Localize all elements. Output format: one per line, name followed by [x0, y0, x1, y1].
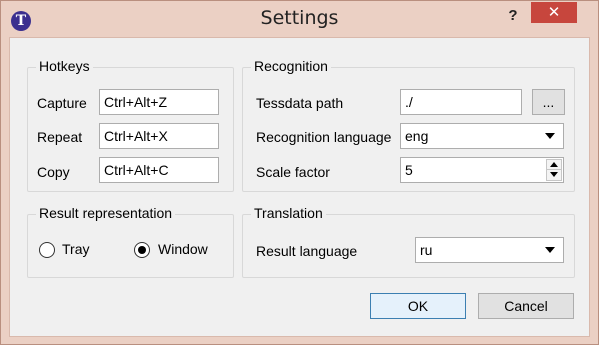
recognition-group: Recognition Tessdata path ./ ... Recogni…	[242, 58, 575, 192]
translation-group: Translation Result language ru	[242, 205, 575, 278]
ok-button[interactable]: OK	[370, 293, 466, 319]
recognition-group-title: Recognition	[251, 58, 331, 74]
chevron-down-icon	[545, 133, 555, 139]
tray-label[interactable]: Tray	[62, 241, 89, 257]
window-label[interactable]: Window	[158, 241, 208, 257]
result-representation-group-title: Result representation	[36, 205, 176, 221]
chevron-down-icon	[545, 247, 555, 253]
capture-label: Capture	[37, 95, 87, 111]
copy-label: Copy	[37, 164, 70, 180]
tessdata-path-label: Tessdata path	[256, 95, 344, 111]
recognition-language-select[interactable]: eng	[400, 123, 564, 149]
result-representation-group: Result representation Tray Window	[27, 205, 234, 278]
capture-hotkey-field[interactable]: Ctrl+Alt+Z	[99, 89, 219, 115]
close-icon: ✕	[547, 3, 561, 21]
result-language-value: ru	[420, 242, 433, 258]
scale-factor-spinbox[interactable]: 5	[400, 157, 564, 183]
recognition-language-label: Recognition language	[256, 129, 392, 145]
tessdata-path-field[interactable]: ./	[400, 89, 522, 115]
spin-up-icon[interactable]	[547, 160, 561, 170]
tray-radio[interactable]	[39, 242, 55, 258]
translation-group-title: Translation	[251, 205, 326, 221]
recognition-language-value: eng	[405, 128, 429, 144]
help-button[interactable]: ?	[501, 5, 525, 27]
scale-factor-label: Scale factor	[256, 164, 330, 180]
settings-window: T Settings ? ✕ Hotkeys Capture Ctrl+Alt+…	[0, 0, 599, 345]
title-bar[interactable]: T Settings ? ✕	[1, 1, 598, 37]
spin-down-icon[interactable]	[547, 170, 561, 180]
spin-buttons	[546, 159, 562, 181]
hotkeys-group: Hotkeys Capture Ctrl+Alt+Z Repeat Ctrl+A…	[27, 58, 234, 192]
cancel-button[interactable]: Cancel	[478, 293, 574, 319]
hotkeys-group-title: Hotkeys	[36, 58, 93, 74]
window-radio[interactable]	[134, 242, 150, 258]
repeat-label: Repeat	[37, 129, 83, 145]
browse-tessdata-button[interactable]: ...	[532, 89, 565, 115]
close-button[interactable]: ✕	[531, 2, 577, 23]
result-language-label: Result language	[256, 243, 358, 259]
scale-factor-value: 5	[405, 162, 413, 178]
repeat-hotkey-field[interactable]: Ctrl+Alt+X	[99, 123, 219, 149]
dialog-client-area: Hotkeys Capture Ctrl+Alt+Z Repeat Ctrl+A…	[9, 37, 590, 337]
result-language-select[interactable]: ru	[415, 237, 564, 263]
copy-hotkey-field[interactable]: Ctrl+Alt+C	[99, 157, 219, 183]
